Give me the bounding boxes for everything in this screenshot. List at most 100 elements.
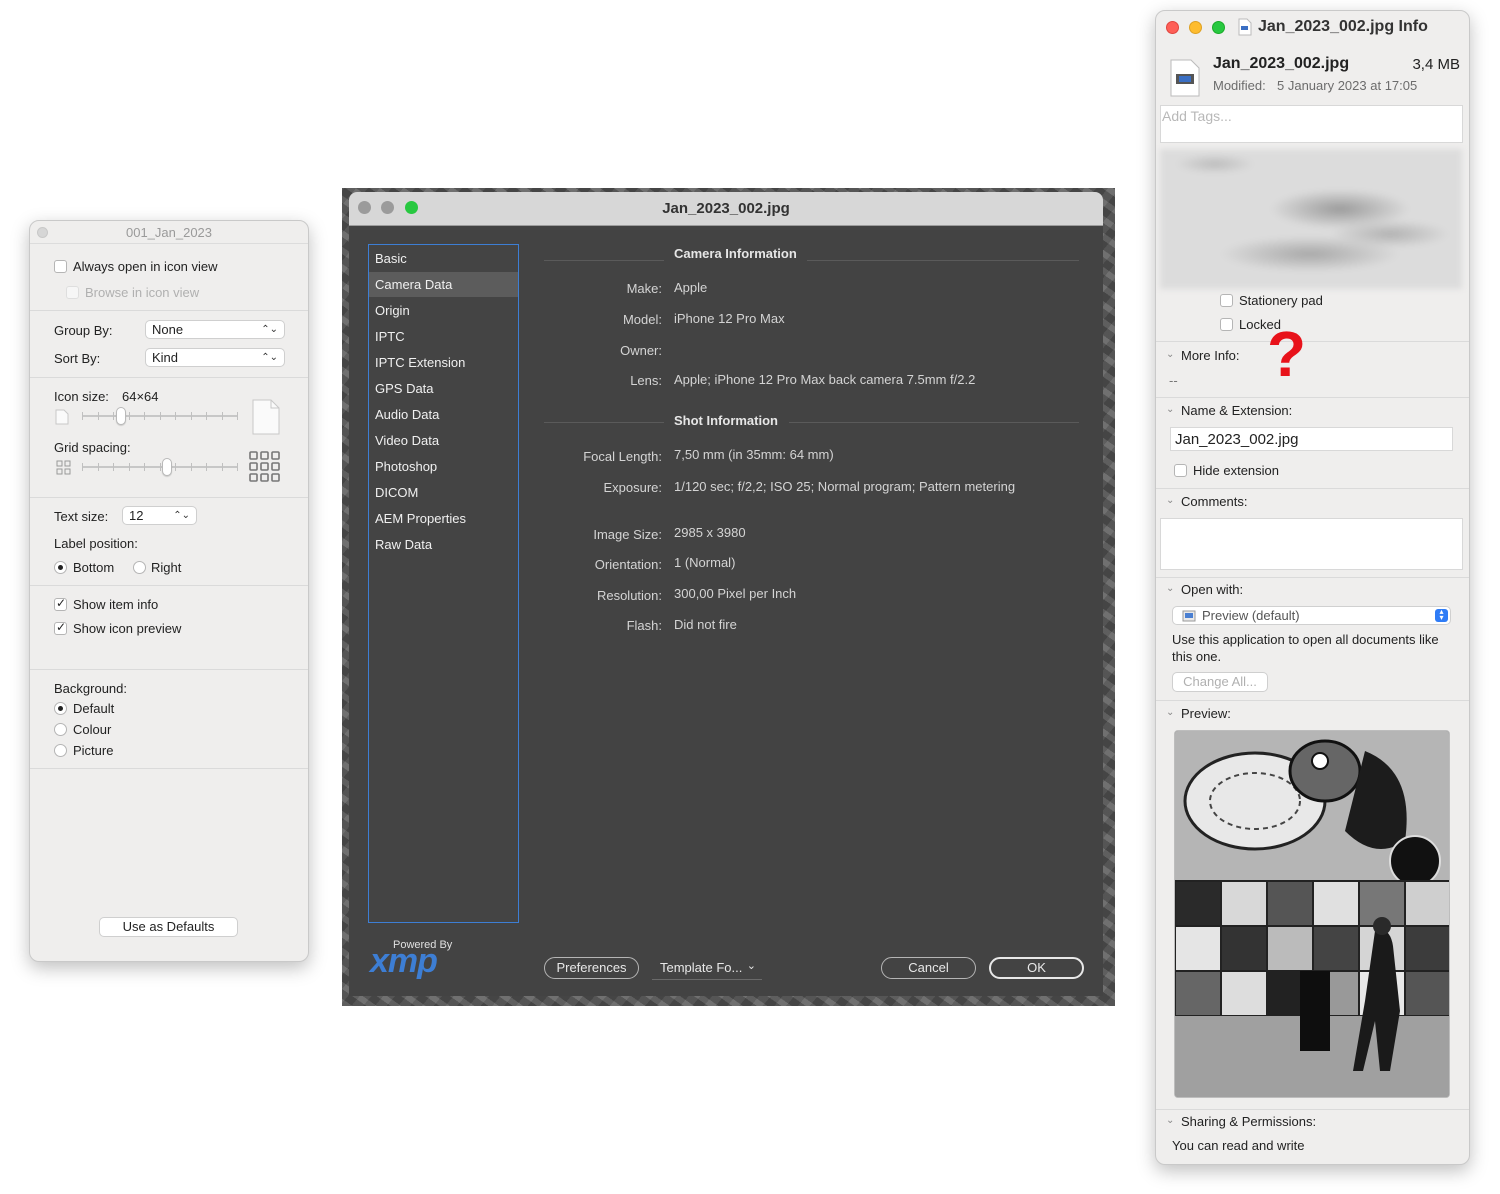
preview-header[interactable]: Preview: [1181,706,1231,721]
show-item-info-checkbox[interactable]: ✓ [54,596,67,611]
more-info-header[interactable]: More Info: [1181,348,1240,363]
lens-value: Apple; iPhone 12 Pro Max back camera 7.5… [674,372,976,387]
model-value: iPhone 12 Pro Max [674,311,785,326]
show-icon-preview-checkbox[interactable]: ✓ [54,620,67,635]
nav-item-origin[interactable]: Origin [369,298,518,323]
background-label: Background: [54,681,127,696]
show-item-info-label: Show item info [73,597,159,612]
xmp-titlebar: Jan_2023_002.jpg [349,192,1103,226]
chevron-down-icon[interactable]: ⌄ [1166,707,1174,718]
grid-spacing-slider[interactable] [82,458,238,476]
template-folder-dropdown[interactable]: Template Fo... ⌄ [652,957,762,980]
chevron-down-icon[interactable]: ⌄ [1166,1115,1174,1126]
right-radio[interactable] [133,561,146,574]
text-size-popup[interactable]: 12 ⌃⌄ [122,506,197,525]
slider-tick [206,412,207,420]
sharing-permissions-header[interactable]: Sharing & Permissions: [1181,1114,1316,1129]
chevron-down-icon[interactable]: ⌄ [1166,349,1174,360]
bg-colour-radio[interactable] [54,723,67,736]
open-with-popup[interactable]: Preview (default) ▴ ▾ [1172,606,1451,625]
info-title: Jan_2023_002.jpg Info [1258,18,1428,35]
file-thumbnail-icon [1170,59,1200,97]
use-as-defaults-button[interactable]: Use as Defaults [99,917,238,937]
browse-icon-view-checkbox[interactable] [66,286,79,299]
bg-picture-label: Picture [73,743,114,758]
grid-spacing-label: Grid spacing: [54,440,131,455]
bg-default-radio[interactable] [54,702,67,715]
nav-item-dicom[interactable]: DICOM [369,480,518,505]
file-name-heading: Jan_2023_002.jpg [1213,55,1350,72]
close-button[interactable] [1166,21,1179,34]
more-info-value: -- [1169,373,1178,388]
nav-item-camera-data[interactable]: Camera Data [369,272,518,297]
nav-item-iptc-extension[interactable]: IPTC Extension [369,350,518,375]
slider-tick [98,463,99,471]
nav-item-audio-data[interactable]: Audio Data [369,402,518,427]
sort-by-popup[interactable]: Kind ⌃⌄ [145,348,285,367]
locked-checkbox[interactable] [1220,318,1233,331]
name-field[interactable]: Jan_2023_002.jpg [1170,427,1453,451]
slider-tick [191,463,192,471]
ok-button[interactable]: OK [989,957,1084,979]
change-all-button[interactable]: Change All... [1172,672,1268,692]
bg-picture-radio[interactable] [54,744,67,757]
name-extension-header[interactable]: Name & Extension: [1181,403,1292,418]
icon-size-slider[interactable] [82,407,238,425]
slider-tick [144,463,145,471]
small-document-icon [55,409,69,425]
nav-item-aem-properties[interactable]: AEM Properties [369,506,518,531]
bg-default-label: Default [73,701,115,716]
focal-length-label: Focal Length: [583,449,662,464]
modified-label: Modified: [1213,78,1266,93]
hide-extension-label: Hide extension [1193,463,1279,478]
street-art-photo [1175,731,1449,1097]
tags-field[interactable]: Add Tags... [1160,105,1463,143]
chevron-down-icon[interactable]: ⌄ [1166,495,1174,506]
slider-tick [222,463,223,471]
popup-stepper-icon: ▴ ▾ [1435,608,1448,622]
stationery-pad-checkbox[interactable] [1220,294,1233,307]
comments-header[interactable]: Comments: [1181,494,1247,509]
comments-field[interactable] [1160,518,1463,570]
bottom-radio[interactable] [54,561,67,574]
nav-item-gps-data[interactable]: GPS Data [369,376,518,401]
slider-knob[interactable] [162,458,172,476]
nav-item-raw-data[interactable]: Raw Data [369,532,518,557]
nav-item-photoshop[interactable]: Photoshop [369,454,518,479]
text-size-value: 12 [129,508,144,523]
large-grid-icon [249,451,280,482]
nav-item-basic[interactable]: Basic [369,246,518,271]
name-value: Jan_2023_002.jpg [1175,431,1299,448]
slider-tick [113,412,114,420]
divider [30,585,308,586]
large-document-icon [252,399,280,435]
slider-knob[interactable] [116,407,126,425]
slider-tick [113,463,114,471]
cancel-button[interactable]: Cancel [881,957,976,979]
nav-item-video-data[interactable]: Video Data [369,428,518,453]
always-open-checkbox[interactable] [54,260,67,273]
photo-preview [1174,730,1450,1098]
preferences-button[interactable]: Preferences [544,957,639,979]
nav-item-iptc[interactable]: IPTC [369,324,518,349]
minimize-button[interactable] [1189,21,1202,34]
template-folder-label: Template Fo... [660,960,743,975]
file-size: 3,4 MB [1412,56,1460,73]
chevron-down-icon[interactable]: ⌄ [1166,404,1174,415]
hide-extension-checkbox[interactable] [1174,464,1187,477]
modified-value: 5 January 2023 at 17:05 [1277,78,1418,93]
divider [30,377,308,378]
group-by-popup[interactable]: None ⌃⌄ [145,320,285,339]
resolution-label: Resolution: [596,588,662,603]
bg-colour-label: Colour [73,722,112,737]
blurred-general-section [1160,149,1462,289]
sort-by-label: Sort By: [54,351,101,366]
zoom-button[interactable] [1212,21,1225,34]
slider-tick [222,412,223,420]
orientation-value: 1 (Normal) [674,555,736,570]
model-label: Model: [622,312,662,327]
open-with-header[interactable]: Open with: [1181,582,1243,597]
chevron-down-icon[interactable]: ⌄ [1166,583,1174,594]
sharing-permissions-value: You can read and write [1172,1138,1305,1153]
slider-tick [206,463,207,471]
